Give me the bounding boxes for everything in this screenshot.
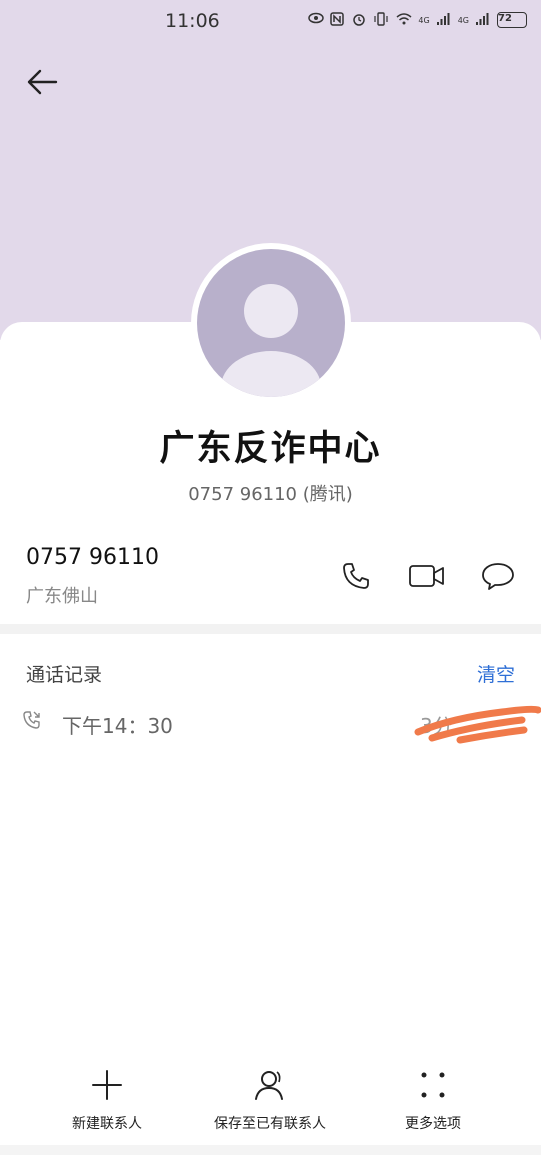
chat-bubble-icon	[482, 563, 514, 590]
status-icons: 4G 4G 72	[308, 12, 527, 28]
save-to-existing-label: 保存至已有联系人	[214, 1116, 326, 1132]
new-contact-label: 新建联系人	[72, 1116, 142, 1132]
incoming-call-icon	[22, 710, 42, 734]
section-divider	[0, 624, 541, 634]
arrow-left-icon	[27, 69, 58, 95]
phone-number[interactable]: 0757 96110	[26, 545, 159, 570]
phone-location: 广东佛山	[26, 586, 98, 607]
video-camera-icon	[409, 565, 444, 587]
status-time: 11:06	[165, 10, 220, 32]
battery-indicator: 72	[497, 12, 527, 28]
status-bar: 11:06 4G 4G 72	[0, 0, 541, 44]
video-call-button[interactable]	[407, 556, 447, 596]
avatar	[191, 243, 351, 403]
nfc-icon	[330, 12, 346, 28]
redaction-scribble	[414, 705, 541, 744]
call-record-time: 下午14：30	[62, 714, 173, 738]
save-to-existing-button[interactable]: 保存至已有联系人	[190, 1065, 350, 1133]
network-label-1: 4G	[418, 15, 430, 25]
default-avatar-icon	[197, 249, 345, 397]
new-contact-button[interactable]: 新建联系人	[27, 1065, 187, 1133]
signal-icon	[436, 12, 452, 28]
eye-icon	[308, 12, 325, 28]
call-log-title: 通话记录	[26, 664, 103, 686]
message-button[interactable]	[478, 556, 518, 596]
wifi-icon	[396, 12, 412, 28]
navigation-bar	[0, 1145, 541, 1155]
alarm-icon	[352, 12, 368, 28]
contact-name: 广东反诈中心	[159, 429, 382, 469]
contact-subtitle: 0757 96110 (腾讯)	[188, 484, 353, 505]
person-icon	[255, 1071, 283, 1100]
bottom-action-bar: 新建联系人 保存至已有联系人 更多选项	[0, 1065, 541, 1155]
more-dots-icon	[421, 1072, 445, 1098]
plus-icon	[92, 1070, 122, 1100]
call-button[interactable]	[336, 556, 376, 596]
more-options-label: 更多选项	[405, 1116, 461, 1132]
signal-icon-2	[475, 12, 491, 28]
phone-icon	[343, 563, 369, 589]
clear-button[interactable]: 清空	[477, 660, 515, 687]
network-label-2: 4G	[457, 15, 469, 25]
vibrate-icon	[374, 12, 390, 28]
more-options-button[interactable]: 更多选项	[353, 1065, 513, 1133]
back-button[interactable]	[22, 62, 62, 102]
